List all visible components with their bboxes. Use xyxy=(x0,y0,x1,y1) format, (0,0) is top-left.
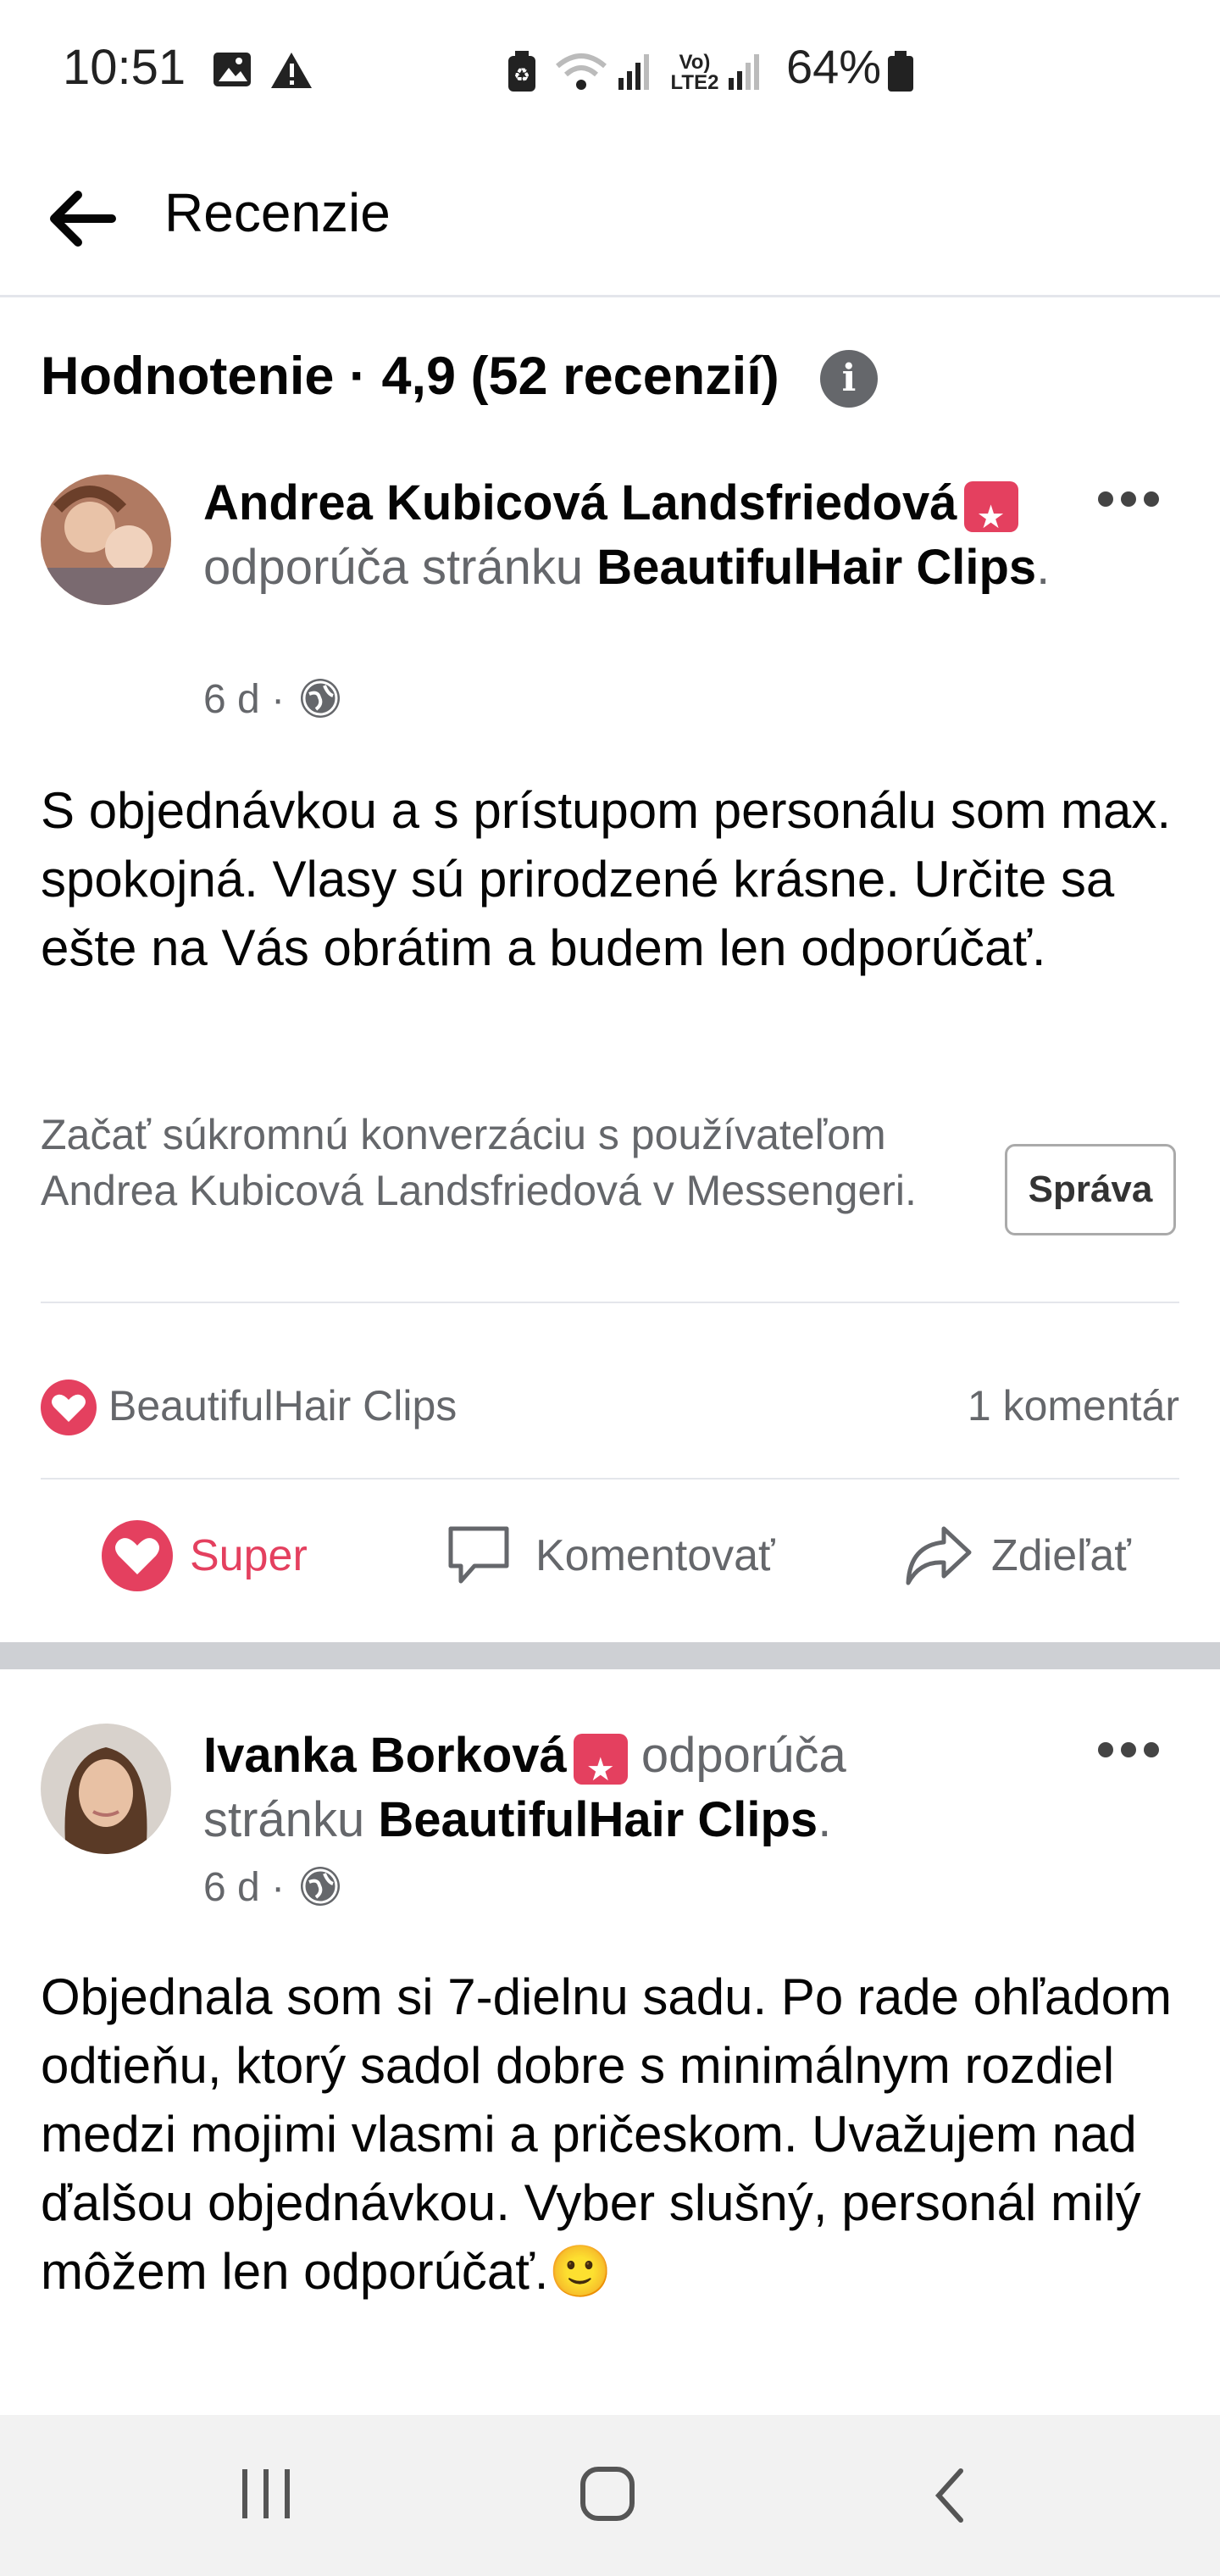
recommend-badge-icon xyxy=(963,480,1018,549)
globe-icon xyxy=(301,679,341,718)
divider xyxy=(41,1478,1179,1480)
info-icon[interactable]: i xyxy=(820,350,878,408)
reviewer-name[interactable]: Andrea Kubicová Landsfriedová xyxy=(203,475,957,530)
back-nav-icon[interactable] xyxy=(929,2466,971,2525)
rating-summary: Hodnotenie · 4,9 (52 recenzií) xyxy=(41,347,779,406)
signal-icon xyxy=(618,54,649,90)
recommends-text: stránku xyxy=(203,1792,365,1847)
battery-saver-icon: ♻ xyxy=(508,51,535,92)
svg-text:♻: ♻ xyxy=(513,64,530,86)
reaction-by: BeautifulHair Clips xyxy=(108,1382,458,1430)
comment-button[interactable]: Komentovať xyxy=(444,1488,783,1624)
recommends-text: odporúča xyxy=(640,1728,846,1783)
recommends-text: odporúča stránku xyxy=(203,540,584,595)
home-icon[interactable] xyxy=(580,2466,637,2523)
recommend-badge-icon xyxy=(573,1733,628,1802)
avatar[interactable] xyxy=(41,1724,171,1854)
wifi-icon xyxy=(556,53,607,90)
action-bar: Super Komentovať Zdieľať xyxy=(0,1488,1220,1624)
section-separator xyxy=(0,1642,1220,1669)
share-icon xyxy=(906,1526,972,1585)
smiley-emoji: 🙂 xyxy=(548,2242,613,2301)
reactions-row[interactable]: BeautifulHair Clips 1 komentár xyxy=(41,1373,1179,1441)
messenger-prompt: Začať súkromnú konverzáciu s používateľo… xyxy=(41,1111,917,1214)
share-label: Zdieľať xyxy=(991,1531,1131,1580)
super-label: Super xyxy=(190,1531,308,1580)
super-button[interactable]: Super xyxy=(102,1488,322,1624)
reviewer-name[interactable]: Ivanka Borková xyxy=(203,1728,567,1783)
gallery-icon xyxy=(214,53,251,86)
avatar[interactable] xyxy=(41,475,171,605)
message-button[interactable]: Správa xyxy=(1005,1144,1176,1235)
globe-icon xyxy=(301,1867,341,1906)
comment-count[interactable]: 1 komentár xyxy=(968,1381,1179,1430)
back-arrow-icon[interactable] xyxy=(42,178,124,259)
review-meta: 6 d · xyxy=(203,1864,341,1911)
review-meta: 6 d · xyxy=(203,676,341,723)
comment-icon xyxy=(448,1526,509,1584)
volte-label: Vo) LTE2 xyxy=(670,51,719,94)
app-header: Recenzie xyxy=(0,144,1220,297)
battery-icon xyxy=(888,51,913,92)
review-header: Andrea Kubicová Landsfriedová odporúča s… xyxy=(203,471,1051,600)
more-options-icon[interactable] xyxy=(1098,1742,1159,1763)
warning-icon xyxy=(271,53,312,88)
comment-label: Komentovať xyxy=(535,1531,775,1580)
review-header: Ivanka Borková odporúča stránku Beautifu… xyxy=(203,1724,1051,1852)
android-nav-bar xyxy=(0,2415,1220,2576)
review-text: Objednala som si 7-dielnu sadu. Po rade … xyxy=(41,1963,1193,2307)
status-bar: 10:51 ♻ Vo) LTE2 64% xyxy=(0,0,1220,144)
divider xyxy=(41,1302,1179,1303)
recent-apps-icon[interactable] xyxy=(239,2466,293,2522)
heart-icon xyxy=(102,1520,173,1591)
love-reaction-icon xyxy=(41,1380,97,1435)
signal-2-icon xyxy=(729,54,759,90)
share-button[interactable]: Zdieľať xyxy=(901,1488,1156,1624)
review-time: 6 d · xyxy=(203,1865,286,1910)
review-text: S objednávkou a s prístupom personálu so… xyxy=(41,782,1172,976)
more-options-icon[interactable] xyxy=(1098,491,1159,512)
clock: 10:51 xyxy=(63,40,186,95)
battery-percent: 64% xyxy=(786,40,882,93)
page-title: Recenzie xyxy=(164,182,391,243)
review-time: 6 d · xyxy=(203,677,286,722)
